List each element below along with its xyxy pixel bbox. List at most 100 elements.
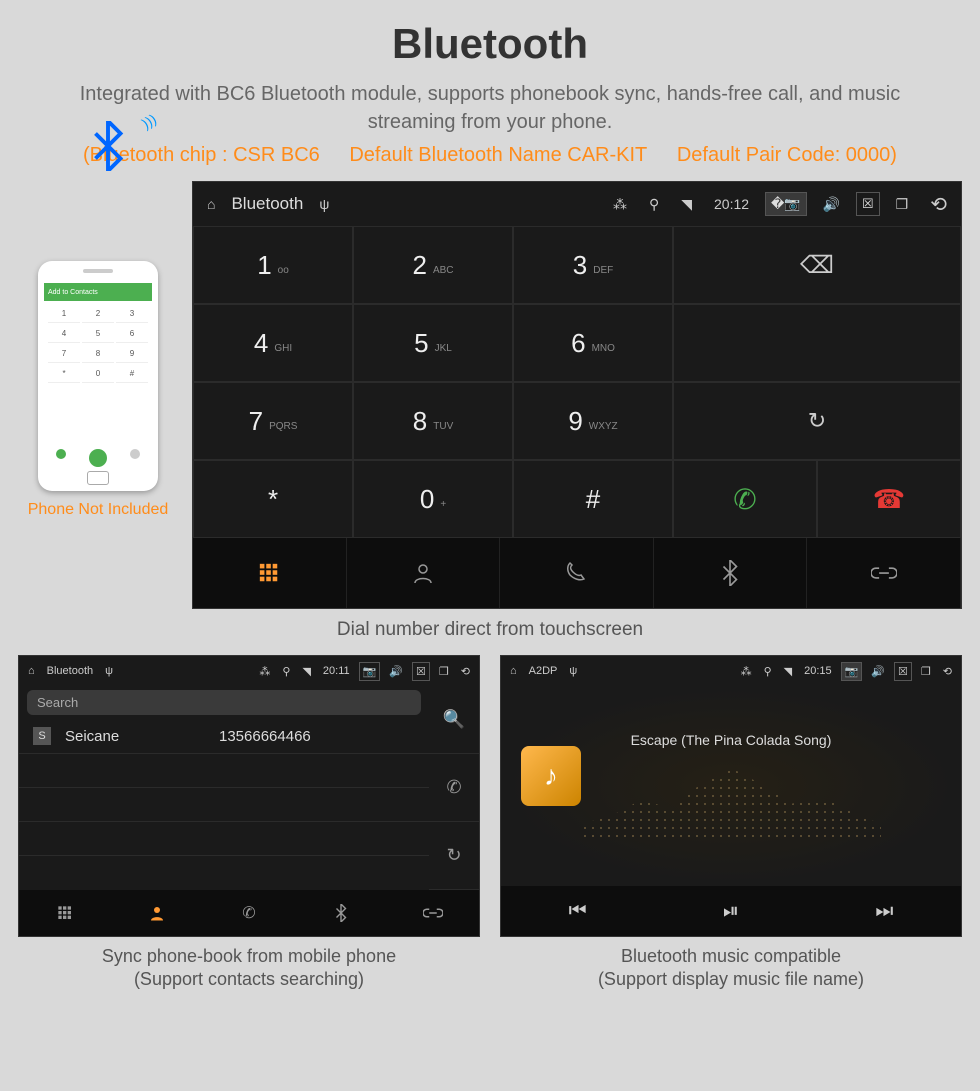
nav-history[interactable]	[500, 538, 654, 608]
search-input[interactable]: Search	[27, 690, 421, 715]
dialer-caption: Dial number direct from touchscreen	[0, 609, 980, 651]
nav-keypad[interactable]	[193, 538, 347, 608]
camera-icon[interactable]: 📷	[841, 662, 863, 681]
home-icon[interactable]: ⌂	[507, 663, 520, 679]
empty-row	[19, 754, 429, 788]
usb-icon: ψ	[102, 663, 116, 679]
key-6[interactable]: 6MNO	[513, 304, 673, 382]
empty-row	[19, 856, 429, 890]
empty-row	[19, 822, 429, 856]
phonebook-screen: ⌂ Bluetooth ψ ⁂ ⚲ ◥ 20:11 📷 🔊 ☒ ❐ ⟲ Sear…	[18, 655, 480, 937]
nav-pair[interactable]	[807, 538, 961, 608]
contact-row[interactable]: S Seicane 13566664466	[19, 719, 429, 754]
music-caption: Bluetooth music compatible (Support disp…	[500, 937, 962, 992]
close-icon[interactable]: ☒	[412, 662, 430, 681]
key-9[interactable]: 9WXYZ	[513, 382, 673, 460]
statusbar-title: Bluetooth	[231, 194, 303, 214]
usb-icon: ψ	[313, 192, 335, 216]
volume-icon[interactable]: 🔊	[386, 663, 406, 680]
recents-icon[interactable]: ❐	[918, 663, 934, 680]
wifi-icon: ◥	[299, 663, 313, 680]
bluetooth-icon	[88, 121, 138, 171]
phone-topbar: Add to Contacts	[44, 283, 152, 301]
side-call-icon[interactable]: ✆	[429, 754, 479, 822]
nav-history[interactable]: ✆	[203, 890, 295, 936]
back-icon[interactable]: ⟲	[458, 663, 473, 680]
redial-button[interactable]: ↻	[673, 382, 961, 460]
bluetooth-status-icon: ⁂	[738, 663, 755, 680]
nav-contacts[interactable]	[347, 538, 501, 608]
home-icon[interactable]: ⌂	[201, 192, 221, 216]
empty-row	[19, 788, 429, 822]
nav-bluetooth[interactable]	[654, 538, 808, 608]
bluetooth-status-icon: ⁂	[256, 663, 273, 680]
phone-illustration: Add to Contacts 123 456 789 *0# P	[18, 181, 178, 609]
page-title: Bluetooth	[0, 0, 980, 80]
key-star[interactable]: *	[193, 460, 353, 538]
back-icon[interactable]: ⟲	[924, 188, 953, 221]
close-icon[interactable]: ☒	[894, 662, 912, 681]
nav-bluetooth[interactable]	[295, 890, 387, 936]
key-4[interactable]: 4GHI	[193, 304, 353, 382]
key-3[interactable]: 3DEF	[513, 226, 673, 304]
album-art: ♪	[521, 746, 581, 806]
music-note-icon: ♪	[544, 760, 558, 792]
key-7[interactable]: 7PQRS	[193, 382, 353, 460]
close-icon[interactable]: ☒	[856, 192, 880, 216]
prev-button[interactable]: ⏮	[501, 886, 654, 936]
home-icon[interactable]: ⌂	[25, 663, 38, 679]
key-8[interactable]: 8TUV	[353, 382, 513, 460]
hangup-button[interactable]: ☎	[817, 460, 961, 538]
music-controls: ⏮ ⏯ ⏭	[501, 886, 961, 936]
camera-icon[interactable]: �📷	[765, 192, 807, 216]
wifi-icon: ◥	[781, 663, 795, 680]
bluetooth-status-icon: ⁂	[607, 192, 633, 217]
side-sync-icon[interactable]: ↻	[429, 822, 479, 890]
side-search-icon[interactable]: 🔍	[429, 686, 479, 754]
key-hash[interactable]: #	[513, 460, 673, 538]
statusbar-title: Bluetooth	[44, 663, 96, 679]
key-5[interactable]: 5JKL	[353, 304, 513, 382]
volume-icon[interactable]: 🔊	[817, 192, 846, 217]
nav-contacts[interactable]	[111, 890, 203, 936]
nav-pair[interactable]	[387, 890, 479, 936]
recents-icon[interactable]: ❐	[436, 663, 452, 680]
phonebook-statusbar: ⌂ Bluetooth ψ ⁂ ⚲ ◥ 20:11 📷 🔊 ☒ ❐ ⟲	[19, 656, 479, 686]
statusbar: ⌂ Bluetooth ψ ⁂ ⚲ ◥ 20:12 �📷 🔊 ☒ ❐ ⟲	[193, 182, 961, 226]
dialer-keypad: 1oo 2ABC 3DEF ⌫ 4GHI 5JKL 6MNO 7PQRS 8TU…	[193, 226, 961, 538]
spec-pair: Default Pair Code: 0000)	[677, 144, 897, 166]
phonebook-caption: Sync phone-book from mobile phone (Suppo…	[18, 937, 480, 992]
wifi-icon: ◥	[675, 192, 698, 217]
play-pause-button[interactable]: ⏯	[654, 886, 807, 936]
key-2[interactable]: 2ABC	[353, 226, 513, 304]
contact-name: Seicane	[65, 728, 205, 745]
nav-keypad[interactable]	[19, 890, 111, 936]
camera-icon[interactable]: 📷	[359, 662, 381, 681]
usb-icon: ψ	[566, 663, 580, 679]
recents-icon[interactable]: ❐	[890, 192, 915, 217]
phonebook-nav: ✆	[19, 890, 479, 936]
location-icon: ⚲	[761, 663, 775, 680]
clock-text: 20:11	[320, 663, 353, 679]
clock-text: 20:15	[801, 663, 835, 679]
location-icon: ⚲	[643, 192, 665, 217]
contact-initial: S	[33, 727, 51, 745]
spec-name: Default Bluetooth Name CAR-KIT	[349, 144, 647, 166]
back-icon[interactable]: ⟲	[940, 663, 955, 680]
bottom-nav	[193, 538, 961, 608]
statusbar-title: A2DP	[526, 663, 561, 679]
spec-line: (Bluetooth chip : CSR BC6 Default Blueto…	[0, 136, 980, 181]
contact-number: 13566664466	[219, 728, 311, 745]
song-title: Escape (The Pina Colada Song)	[631, 732, 832, 748]
backspace-button[interactable]: ⌫	[673, 226, 961, 304]
music-statusbar: ⌂ A2DP ψ ⁂ ⚲ ◥ 20:15 📷 🔊 ☒ ❐ ⟲	[501, 656, 961, 686]
empty-cell	[673, 304, 961, 382]
phone-caption: Phone Not Included	[28, 501, 169, 519]
volume-icon[interactable]: 🔊	[868, 663, 888, 680]
music-screen: ⌂ A2DP ψ ⁂ ⚲ ◥ 20:15 📷 🔊 ☒ ❐ ⟲ Escape (T…	[500, 655, 962, 937]
location-icon: ⚲	[279, 663, 293, 680]
next-button[interactable]: ⏭	[808, 886, 961, 936]
key-1[interactable]: 1oo	[193, 226, 353, 304]
key-0[interactable]: 0+	[353, 460, 513, 538]
call-button[interactable]: ✆	[673, 460, 817, 538]
